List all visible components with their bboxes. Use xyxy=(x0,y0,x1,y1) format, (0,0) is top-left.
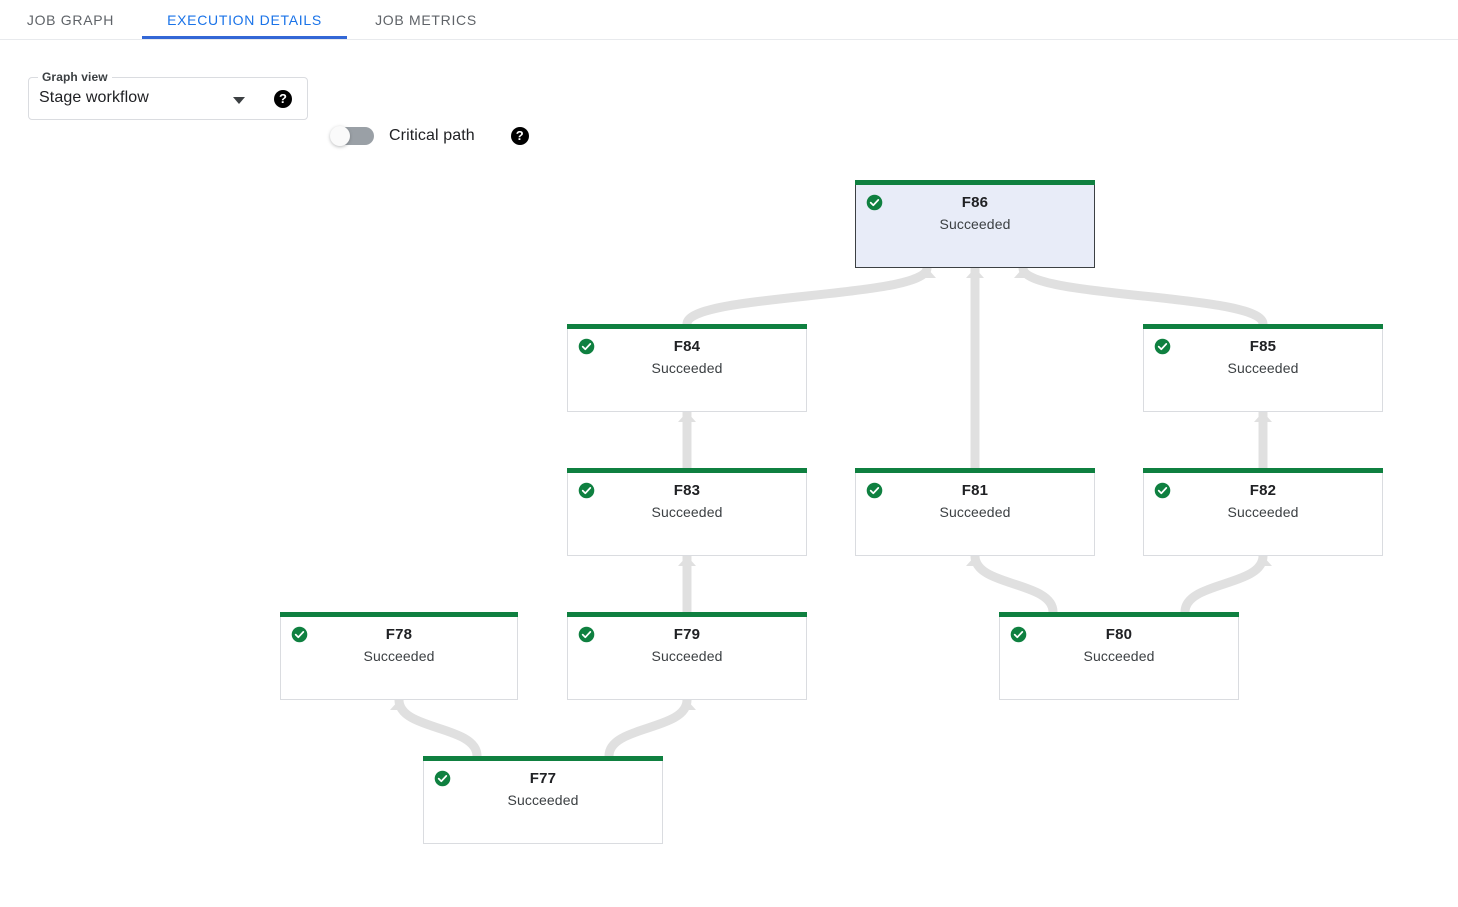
node-status-text: Succeeded xyxy=(1000,648,1238,664)
node-status-text: Succeeded xyxy=(856,216,1094,232)
node-status-bar xyxy=(567,324,807,329)
graph-node-f82[interactable]: F82 Succeeded xyxy=(1143,473,1383,556)
graph-node-f84[interactable]: F84 Succeeded xyxy=(567,329,807,412)
graph-edge-layer xyxy=(0,0,1458,907)
node-status-text: Succeeded xyxy=(1144,360,1382,376)
node-status-text: Succeeded xyxy=(568,360,806,376)
node-status-bar xyxy=(855,180,1095,185)
graph-edge-arrowhead xyxy=(918,268,936,278)
node-status-bar xyxy=(280,612,518,617)
node-status-bar xyxy=(567,468,807,473)
node-title: F77 xyxy=(424,770,662,787)
graph-node-f83[interactable]: F83 Succeeded xyxy=(567,473,807,556)
node-title: F79 xyxy=(568,626,806,643)
graph-edge-arrowhead xyxy=(1254,556,1272,566)
graph-edge-arrowhead xyxy=(678,556,696,566)
node-status-text: Succeeded xyxy=(424,792,662,808)
graph-node-f77[interactable]: F77 Succeeded xyxy=(423,761,663,844)
stage-workflow-graph: F86 Succeeded F84 Succeeded F85 Succeeded F83 S… xyxy=(0,0,1458,907)
node-title: F86 xyxy=(856,194,1094,211)
graph-node-f85[interactable]: F85 Succeeded xyxy=(1143,329,1383,412)
node-title: F84 xyxy=(568,338,806,355)
node-status-bar xyxy=(567,612,807,617)
node-status-bar xyxy=(855,468,1095,473)
node-title: F78 xyxy=(281,626,517,643)
node-title: F80 xyxy=(1000,626,1238,643)
node-status-bar xyxy=(999,612,1239,617)
graph-edge-f85-to-f86 xyxy=(1023,268,1263,324)
graph-node-f79[interactable]: F79 Succeeded xyxy=(567,617,807,700)
graph-node-f80[interactable]: F80 Succeeded xyxy=(999,617,1239,700)
node-status-text: Succeeded xyxy=(568,648,806,664)
graph-edge-f80-to-f81 xyxy=(975,556,1053,612)
graph-edge-f84-to-f86 xyxy=(687,268,927,324)
graph-edge-f77-to-f78 xyxy=(399,700,477,756)
graph-edge-arrowhead xyxy=(678,700,696,710)
graph-edge-f80-to-f82 xyxy=(1185,556,1263,612)
node-status-text: Succeeded xyxy=(281,648,517,664)
graph-edge-arrowhead xyxy=(1254,412,1272,422)
graph-edge-arrowhead xyxy=(390,700,408,710)
node-title: F81 xyxy=(856,482,1094,499)
graph-edge-arrowhead xyxy=(966,556,984,566)
graph-edge-arrowhead xyxy=(966,268,984,278)
node-status-bar xyxy=(1143,468,1383,473)
graph-edge-arrowhead xyxy=(678,412,696,422)
node-status-text: Succeeded xyxy=(568,504,806,520)
node-title: F85 xyxy=(1144,338,1382,355)
graph-node-f86[interactable]: F86 Succeeded xyxy=(855,185,1095,268)
node-title: F83 xyxy=(568,482,806,499)
node-status-bar xyxy=(423,756,663,761)
graph-edge-arrowhead xyxy=(1014,268,1032,278)
node-status-text: Succeeded xyxy=(856,504,1094,520)
node-status-bar xyxy=(1143,324,1383,329)
node-title: F82 xyxy=(1144,482,1382,499)
node-status-text: Succeeded xyxy=(1144,504,1382,520)
graph-edge-f77-to-f79 xyxy=(609,700,687,756)
graph-node-f81[interactable]: F81 Succeeded xyxy=(855,473,1095,556)
graph-node-f78[interactable]: F78 Succeeded xyxy=(280,617,518,700)
